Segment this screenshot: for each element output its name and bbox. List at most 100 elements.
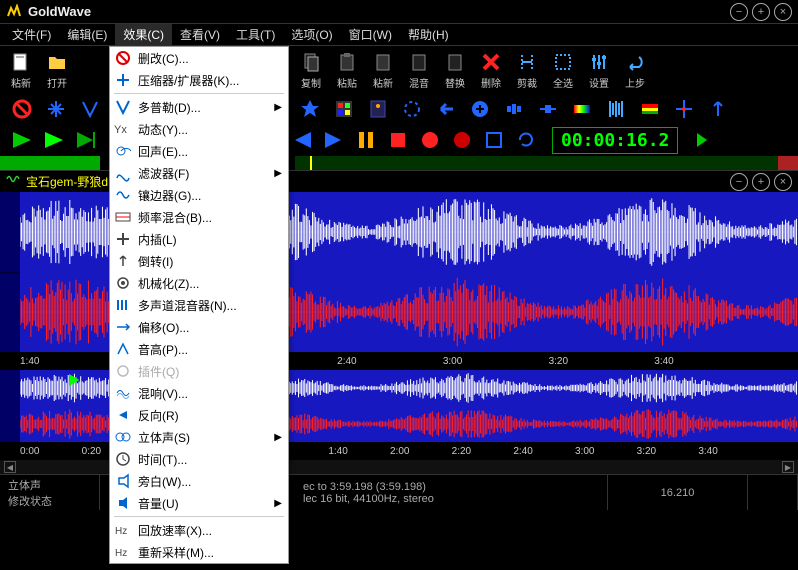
pause-button[interactable] — [352, 127, 380, 153]
status-selection: ec to 3:59.198 (3:59.198) — [303, 481, 599, 493]
mix-button[interactable]: 混音 — [402, 49, 436, 91]
undo-button[interactable]: 上步 — [618, 49, 652, 91]
menu-item-reverse[interactable]: 反向(R) — [110, 404, 288, 426]
effect-icon-4[interactable] — [398, 95, 426, 123]
menu-item-label: 频率混合(B)... — [138, 209, 212, 226]
menu-选项o[interactable]: 选项(O) — [283, 24, 340, 45]
effect-icon-9[interactable] — [568, 95, 596, 123]
trim-button[interactable]: 剪裁 — [510, 49, 544, 91]
multichannel-icon — [114, 296, 132, 314]
menu-item-label: 音量(U) — [138, 495, 179, 512]
open-button[interactable]: 打开 — [40, 49, 74, 91]
loop-button[interactable] — [512, 127, 540, 153]
menu-item-resample[interactable]: Hz重新采样(M)... — [110, 541, 288, 563]
effect-icon-13[interactable] — [704, 95, 732, 123]
doc-wave-icon — [6, 172, 22, 191]
menu-item-label: 机械化(Z)... — [138, 275, 199, 292]
menu-item-invert[interactable]: 倒转(I) — [110, 250, 288, 272]
tick-label: 3:40 — [698, 446, 717, 457]
menu-item-echo[interactable]: 回声(E)... — [110, 140, 288, 162]
settings-button[interactable]: 设置 — [582, 49, 616, 91]
menu-item-interpolate[interactable]: 内插(L) — [110, 228, 288, 250]
scroll-right-button[interactable]: ▶ — [782, 461, 794, 473]
effect-icon-1[interactable] — [296, 95, 324, 123]
stereo-icon — [114, 428, 132, 446]
paste-new-button-2[interactable]: 粘新 — [366, 49, 400, 91]
menu-item-label: 旁白(W)... — [138, 473, 191, 490]
play-selection-button[interactable] — [40, 127, 68, 153]
menu-item-doppler[interactable]: 多普勒(D)...▶ — [110, 96, 288, 118]
menu-item-dynamics[interactable]: Yx动态(Y)... — [110, 118, 288, 140]
effect-icon-8[interactable] — [534, 95, 562, 123]
paste-button[interactable]: 粘贴 — [330, 49, 364, 91]
effect-icon-10[interactable] — [602, 95, 630, 123]
mix-icon — [407, 50, 431, 74]
select-all-button[interactable]: 全选 — [546, 49, 580, 91]
properties-button[interactable] — [480, 127, 508, 153]
menu-item-multichannel[interactable]: 多声道混音器(N)... — [110, 294, 288, 316]
menu-item-compressor[interactable]: 压缩器/扩展器(K)... — [110, 69, 288, 91]
effect-icon-12[interactable] — [670, 95, 698, 123]
effect-censor-icon[interactable] — [8, 95, 36, 123]
effect-icon-5[interactable] — [432, 95, 460, 123]
effect-icon-6[interactable] — [466, 95, 494, 123]
menu-item-playback[interactable]: Hz回放速率(X)... — [110, 519, 288, 541]
menu-item-filter[interactable]: 滤波器(F)▶ — [110, 162, 288, 184]
doc-close-button[interactable]: × — [774, 173, 792, 191]
effect-icon-7[interactable] — [500, 95, 528, 123]
menu-item-reverb[interactable]: 混响(V)... — [110, 382, 288, 404]
doc-maximize-button[interactable]: + — [752, 173, 770, 191]
effect-icon-2[interactable] — [330, 95, 358, 123]
menu-编辑e[interactable]: 编辑(E) — [59, 24, 115, 45]
play-button[interactable] — [8, 127, 36, 153]
menu-item-stereo[interactable]: 立体声(S)▶ — [110, 426, 288, 448]
menu-效果c[interactable]: 效果(C) — [115, 24, 172, 45]
record-pause-button[interactable] — [448, 127, 476, 153]
paste-new-button[interactable]: 粘新 — [4, 49, 38, 91]
doc-minimize-button[interactable]: − — [730, 173, 748, 191]
menu-item-mechanize[interactable]: 机械化(Z)... — [110, 272, 288, 294]
flanger-icon — [114, 186, 132, 204]
menu-工具t[interactable]: 工具(T) — [228, 24, 283, 45]
menu-item-freqblend[interactable]: 频率混合(B)... — [110, 206, 288, 228]
menu-item-pitch[interactable]: 音高(P)... — [110, 338, 288, 360]
close-button[interactable]: × — [774, 3, 792, 21]
menu-查看v[interactable]: 查看(V) — [172, 24, 228, 45]
compressor-icon — [114, 71, 132, 89]
record-button[interactable] — [416, 127, 444, 153]
reverse-icon — [114, 406, 132, 424]
document-controls: − + × — [730, 173, 792, 191]
effect-compressor-icon[interactable] — [42, 95, 70, 123]
effect-icon-11[interactable] — [636, 95, 664, 123]
rewind-button[interactable] — [288, 127, 316, 153]
delete-button[interactable]: 删除 — [474, 49, 508, 91]
marker-button[interactable] — [688, 127, 716, 153]
menu-文件f[interactable]: 文件(F) — [4, 24, 59, 45]
copy-button[interactable]: 复制 — [294, 49, 328, 91]
play-end-button[interactable] — [72, 127, 100, 153]
menu-item-label: 插件(Q) — [138, 363, 179, 380]
menu-item-time[interactable]: 时间(T)... — [110, 448, 288, 470]
clipboard-new-icon — [371, 50, 395, 74]
dynamics-icon: Yx — [114, 120, 132, 138]
menu-item-label: 镶边器(G)... — [138, 187, 201, 204]
menu-窗口w[interactable]: 窗口(W) — [341, 24, 400, 45]
menu-item-flanger[interactable]: 镶边器(G)... — [110, 184, 288, 206]
menu-item-censor[interactable]: 删改(C)... — [110, 47, 288, 69]
menu-item-voiceover[interactable]: 旁白(W)... — [110, 470, 288, 492]
stop-button[interactable] — [384, 127, 412, 153]
minimize-button[interactable]: − — [730, 3, 748, 21]
effect-doppler-icon[interactable] — [76, 95, 104, 123]
menu-帮助h[interactable]: 帮助(H) — [400, 24, 457, 45]
menu-item-offset[interactable]: 偏移(O)... — [110, 316, 288, 338]
fast-forward-button[interactable] — [320, 127, 348, 153]
status-format: lec 16 bit, 44100Hz, stereo — [303, 493, 599, 505]
tick-label: 3:20 — [549, 356, 568, 367]
menu-item-volume[interactable]: 音量(U)▶ — [110, 492, 288, 514]
app-title: GoldWave — [28, 4, 730, 19]
scroll-left-button[interactable]: ◀ — [4, 461, 16, 473]
submenu-arrow-icon: ▶ — [274, 102, 282, 113]
effect-icon-3[interactable] — [364, 95, 392, 123]
maximize-button[interactable]: + — [752, 3, 770, 21]
replace-button[interactable]: 替换 — [438, 49, 472, 91]
